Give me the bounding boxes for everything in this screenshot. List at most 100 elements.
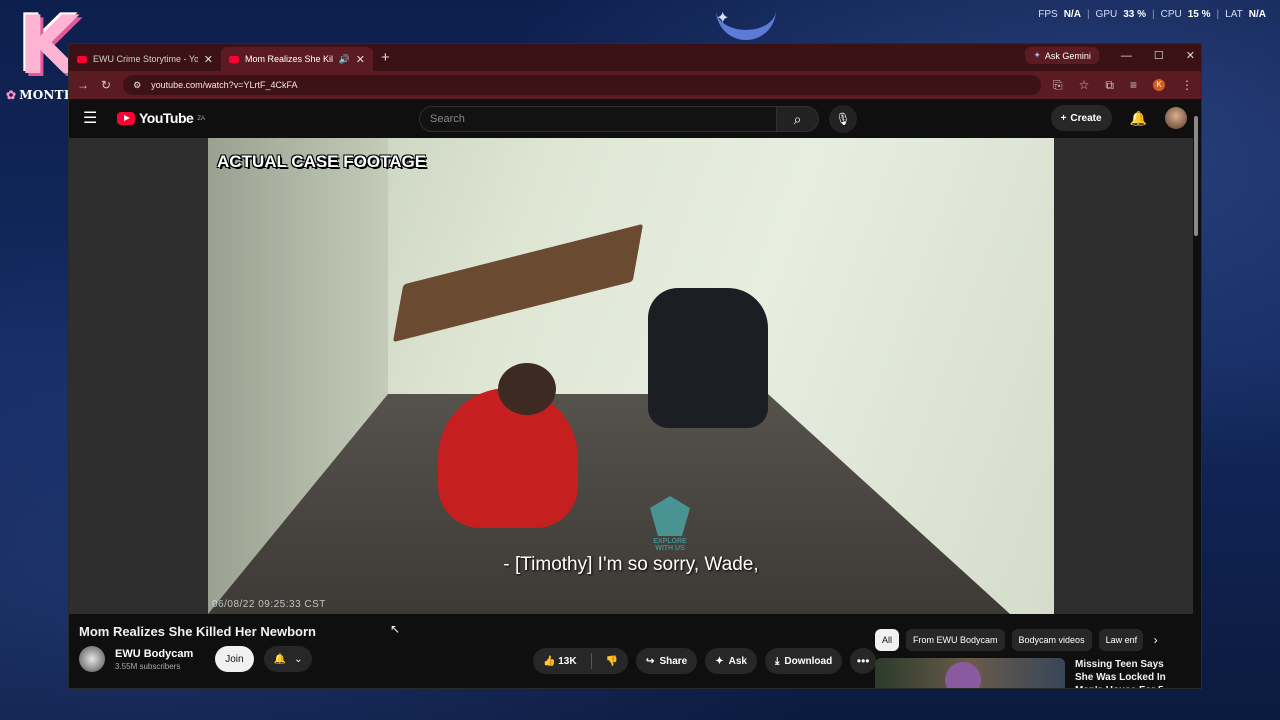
youtube-play-icon: [117, 111, 135, 125]
create-button[interactable]: + Create: [1050, 105, 1112, 131]
notifications-bell-icon[interactable]: 🔔: [1130, 110, 1147, 127]
bookmark-star-icon[interactable]: ☆: [1079, 78, 1090, 92]
scrollbar-thumb[interactable]: [1194, 116, 1198, 236]
speaker-icon[interactable]: 🔊: [339, 54, 350, 65]
youtube-favicon-icon: [77, 55, 87, 63]
search-icon: ⌕: [793, 110, 802, 127]
region-code: ZA: [197, 116, 205, 122]
media-controls-icon[interactable]: ≡: [1130, 78, 1137, 92]
youtube-favicon-icon: [229, 55, 239, 63]
dislike-button[interactable]: 👎: [606, 656, 618, 667]
youtube-logo[interactable]: YouTube ZA: [117, 110, 205, 126]
hamburger-menu-icon[interactable]: ☰: [83, 108, 105, 128]
search-input[interactable]: [419, 106, 777, 132]
join-button[interactable]: Join: [215, 646, 254, 672]
chevron-right-icon[interactable]: ›: [1154, 633, 1158, 647]
chevron-down-icon: ⌄: [294, 653, 303, 665]
subscription-notification-button[interactable]: 🔔 ⌄: [263, 646, 313, 672]
wolf-logo-icon: [650, 496, 690, 536]
channel-row: EWU Bodycam 3.55M subscribers Join 🔔 ⌄: [79, 646, 313, 672]
video-title: Mom Realizes She Killed Her Newborn: [79, 624, 316, 639]
reload-icon[interactable]: ↻: [101, 78, 111, 92]
site-info-icon[interactable]: ⚙: [133, 80, 141, 91]
recommended-thumbnail[interactable]: [875, 658, 1065, 688]
tab-title: EWU Crime Storytime - YouTube: [93, 54, 198, 64]
youtube-logo-text: YouTube: [139, 110, 194, 126]
install-icon[interactable]: ⎘: [1053, 78, 1063, 93]
user-avatar[interactable]: [1165, 107, 1187, 129]
chip-law-enforcement[interactable]: Law enf: [1098, 629, 1143, 651]
lat-value: N/A: [1248, 9, 1266, 20]
search-bar: ⌕ 🎙: [419, 105, 857, 133]
fps-label: FPS: [1038, 9, 1058, 20]
performance-stats: FPS N/A | GPU 33 % | CPU 15 % | LAT N/A: [1038, 9, 1266, 20]
tab-ewu-crime-storytime[interactable]: EWU Crime Storytime - YouTube ✕: [69, 47, 221, 71]
close-tab-icon[interactable]: ✕: [204, 53, 213, 66]
tab-strip: EWU Crime Storytime - YouTube ✕ Mom Real…: [69, 44, 1201, 71]
thumbnail-face: [945, 662, 981, 688]
like-dislike-group: 👍 13K 👎: [533, 648, 629, 674]
search-button[interactable]: ⌕: [777, 106, 819, 132]
recommended-title[interactable]: Missing Teen Says She Was Locked In Man'…: [1075, 658, 1183, 688]
create-label: Create: [1070, 112, 1102, 124]
ask-label: Ask: [728, 655, 747, 667]
chip-all[interactable]: All: [875, 629, 900, 651]
video-player[interactable]: EXPLORE WITH US ACTUAL CASE FOOTAGE - [T…: [69, 138, 1193, 614]
thumbs-down-icon: 👎: [605, 655, 619, 667]
gpu-value: 33 %: [1123, 9, 1147, 20]
more-actions-button[interactable]: •••: [850, 648, 877, 674]
ask-gemini-label: Ask Gemini: [1044, 50, 1091, 61]
channel-name[interactable]: EWU Bodycam: [115, 648, 193, 660]
more-dots-icon: •••: [856, 654, 870, 668]
video-actions: 👍 13K 👎 ↪ Share ✦ Ask ⤓ Download •••: [533, 648, 877, 674]
minimize-button[interactable]: —: [1121, 50, 1132, 62]
ask-gemini-button[interactable]: ✦ Ask Gemini: [1025, 47, 1099, 64]
download-icon: ⤓: [774, 655, 780, 667]
subscriber-count: 3.55M subscribers: [115, 661, 181, 671]
chip-from-channel[interactable]: From EWU Bodycam: [906, 629, 1005, 651]
video-caption: - [Timothy] I'm so sorry, Wade,: [503, 554, 759, 575]
url-text: youtube.com/watch?v=YLrtF_4CkFA: [151, 80, 298, 90]
extensions-icon[interactable]: ⧉: [1105, 78, 1114, 93]
like-count: 13K: [558, 655, 577, 667]
menu-dots-icon[interactable]: ⋮: [1181, 78, 1193, 92]
like-button[interactable]: 👍 13K: [543, 656, 577, 667]
channel-avatar[interactable]: [79, 646, 105, 672]
browser-window: EWU Crime Storytime - YouTube ✕ Mom Real…: [68, 43, 1202, 689]
forward-icon[interactable]: →: [77, 78, 89, 92]
footage-timestamp: 06/08/22 09:25:33 CST: [212, 599, 326, 610]
tab-mom-realizes[interactable]: Mom Realizes She Killed Her Newborn 🔊 ✕: [221, 47, 373, 71]
url-field[interactable]: ⚙ youtube.com/watch?v=YLrtF_4CkFA: [123, 75, 1042, 95]
gpu-label: GPU: [1095, 9, 1118, 20]
watermark-text: EXPLORE WITH US: [653, 538, 687, 552]
ask-button[interactable]: ✦ Ask: [705, 648, 757, 674]
chair: [648, 288, 768, 428]
video-frame[interactable]: EXPLORE WITH US: [208, 138, 1054, 614]
maximize-button[interactable]: ☐: [1154, 49, 1164, 62]
address-bar: → ↻ ⚙ youtube.com/watch?v=YLrtF_4CkFA ⎘ …: [69, 71, 1201, 99]
share-label: Share: [659, 655, 688, 667]
share-button[interactable]: ↪ Share: [636, 648, 698, 674]
mouse-cursor-icon: ↖: [390, 622, 401, 636]
lat-label: LAT: [1225, 9, 1243, 20]
voice-search-button[interactable]: 🎙: [829, 105, 857, 133]
profile-avatar[interactable]: K: [1153, 79, 1165, 91]
chip-bodycam-videos[interactable]: Bodycam videos: [1011, 629, 1092, 651]
person-head: [498, 363, 556, 415]
tab-title: Mom Realizes She Killed Her Newborn: [245, 54, 333, 64]
cpu-value: 15 %: [1187, 9, 1211, 20]
new-tab-button[interactable]: +: [381, 49, 390, 66]
recommendation-chips: All From EWU Bodycam Bodycam videos Law …: [875, 629, 1158, 651]
cpu-label: CPU: [1160, 9, 1182, 20]
plus-icon: +: [1060, 112, 1067, 124]
close-window-button[interactable]: ✕: [1186, 49, 1195, 62]
close-tab-icon[interactable]: ✕: [356, 53, 365, 66]
download-label: Download: [784, 655, 833, 667]
thumbs-up-icon: 👍: [543, 655, 556, 667]
page-scrollbar[interactable]: [1193, 102, 1199, 682]
youtube-header: ☰ YouTube ZA ⌕ 🎙 +Create 🔔: [69, 99, 1201, 137]
wooden-bench: [392, 223, 644, 343]
recommended-video[interactable]: Missing Teen Says She Was Locked In Man'…: [875, 658, 1183, 688]
fps-value: N/A: [1063, 9, 1081, 20]
download-button[interactable]: ⤓ Download: [764, 648, 843, 674]
